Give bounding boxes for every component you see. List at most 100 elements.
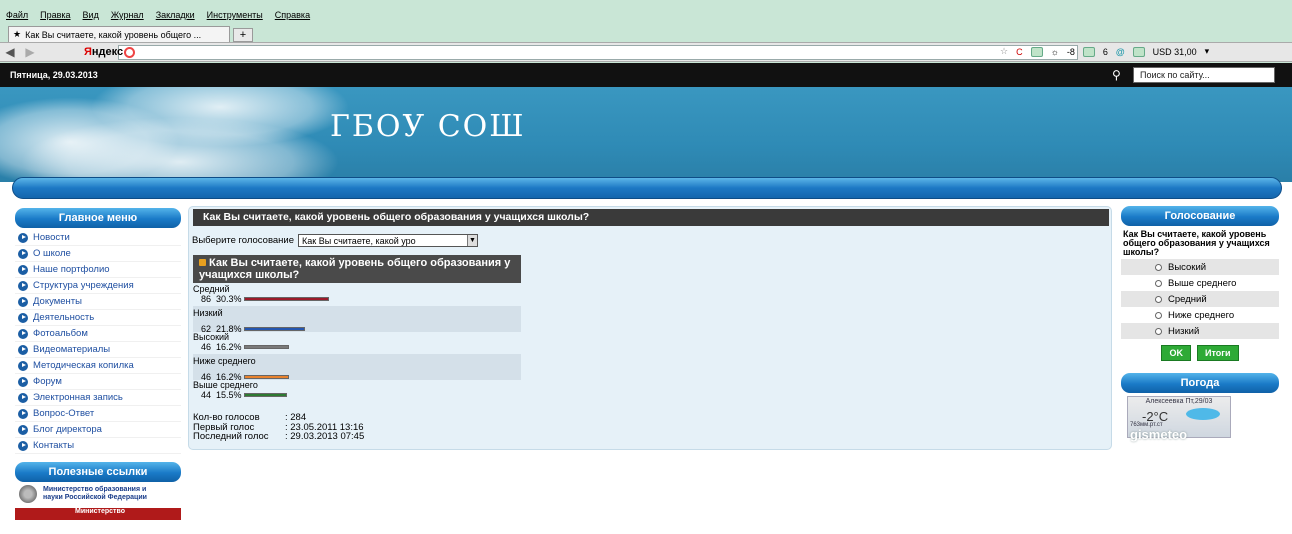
poll-result-bar xyxy=(243,375,289,379)
last-vote-value: : 29.03.2013 07:45 xyxy=(285,431,365,442)
menu-item-qa[interactable]: Вопрос-Ответ xyxy=(15,406,181,422)
radio-button[interactable] xyxy=(1155,311,1162,319)
menu-file[interactable]: Файл xyxy=(6,10,28,23)
page-title: Как Вы считаете, какой уровень общего об… xyxy=(193,209,1109,226)
vote-option-avg[interactable]: Средний xyxy=(1121,291,1279,307)
toolbar-right: ☆ C ☼ -8 6 @ USD 31,00 ▾ xyxy=(1000,46,1209,57)
last-vote-label: Последний голос xyxy=(193,431,269,442)
chevron-down-icon[interactable]: ▾ xyxy=(1205,46,1210,57)
arrow-bullet-icon xyxy=(18,360,28,371)
poll-result-label: Низкий xyxy=(193,308,223,318)
weather-location: Алексеевка Пт,29/03 xyxy=(1145,398,1213,405)
browser-tab[interactable]: ★ Как Вы считаете, какой уровень общего … xyxy=(8,26,230,42)
menu-item-about[interactable]: О школе xyxy=(15,246,181,262)
poll-stats: Кол-во голосов: 284 Первый голос: 23.05.… xyxy=(193,413,364,442)
screenshot: Файл Правка Вид Журнал Закладки Инструме… xyxy=(0,0,1292,534)
poll-result-value: 44 15.5% xyxy=(193,390,521,400)
ministry-link-2[interactable]: Министерство xyxy=(15,508,181,520)
poll-chart-icon xyxy=(199,259,206,266)
ministry-link[interactable]: Министерство образования и науки Российс… xyxy=(15,482,181,506)
menu-item-documents[interactable]: Документы xyxy=(15,294,181,310)
poll-chooser: Выберите голосование Как Вы считаете, ка… xyxy=(192,234,479,247)
currency-icon xyxy=(1132,46,1145,57)
tab-strip: ★ Как Вы считаете, какой уровень общего … xyxy=(8,25,253,42)
poll-result-count: 44 xyxy=(201,390,212,400)
menu-view[interactable]: Вид xyxy=(83,10,99,23)
arrow-bullet-icon xyxy=(18,232,28,243)
poll-result-percent: 16.2% xyxy=(216,342,242,352)
menu-item-photos[interactable]: Фотоальбом xyxy=(15,326,181,342)
poll-results: Средний 86 30.3% Низкий 62 21.8% Высокий 46 16.2… xyxy=(193,284,521,402)
weather-sun-icon: ☼ xyxy=(1050,46,1059,57)
poll-result-row: Ниже среднего 46 16.2% xyxy=(193,354,521,382)
vote-question: Как Вы считаете, какой уровень общего об… xyxy=(1123,229,1270,257)
search-icon[interactable]: ⚲ xyxy=(1112,68,1121,82)
menu-item-e-registration[interactable]: Электронная запись xyxy=(15,390,181,406)
results-button[interactable]: Итоги xyxy=(1196,345,1239,361)
menu-item-methods[interactable]: Методическая копилка xyxy=(15,358,181,374)
poll-result-count: 86 xyxy=(201,294,212,304)
browser-logo-icon[interactable]: @ xyxy=(1116,47,1125,57)
menu-item-contacts[interactable]: Контакты xyxy=(15,438,181,454)
usd-rate: USD 31,00 xyxy=(1152,46,1197,57)
coat-of-arms-icon xyxy=(19,485,37,503)
arrow-bullet-icon xyxy=(18,280,28,291)
counter-b: 6 xyxy=(1102,46,1108,57)
forward-arrow-icon[interactable]: ▶ xyxy=(20,45,40,59)
menu-history[interactable]: Журнал xyxy=(111,10,144,23)
main-menu-title: Главное меню xyxy=(15,208,181,228)
reload-icon[interactable]: C xyxy=(1016,47,1023,57)
radio-button[interactable] xyxy=(1155,295,1162,303)
menu-item-activity[interactable]: Деятельность xyxy=(15,310,181,326)
weather-title: Погода xyxy=(1121,373,1279,393)
radio-button[interactable] xyxy=(1155,279,1162,287)
vote-option-below-avg[interactable]: Ниже среднего xyxy=(1121,307,1279,323)
menu-tools[interactable]: Инструменты xyxy=(207,10,263,23)
poll-result-label: Выше среднего xyxy=(193,380,258,390)
mail-icon[interactable] xyxy=(1030,46,1043,57)
weather-widget[interactable]: Алексеевка Пт,29/03 -2°C 763мм.рт.ст gis… xyxy=(1127,396,1231,442)
poll-result-row: Средний 86 30.3% xyxy=(193,284,521,306)
poll-result-row: Низкий 62 21.8% xyxy=(193,306,521,334)
right-sidebar: Голосование Как Вы считаете, какой урове… xyxy=(1121,206,1279,442)
vote-option-high[interactable]: Высокий xyxy=(1121,259,1279,275)
vote-title: Голосование xyxy=(1121,206,1279,226)
poll-result-count: 46 xyxy=(201,342,212,352)
menu-item-videos[interactable]: Видеоматериалы xyxy=(15,342,181,358)
chevron-down-icon[interactable]: ▼ xyxy=(467,235,478,246)
star-icon[interactable]: ☆ xyxy=(1000,46,1008,57)
site-title: ГБОУ СОШ xyxy=(330,109,526,144)
main-menu: Новости О школе Наше портфолио Структура… xyxy=(15,230,181,454)
vote-option-low[interactable]: Низкий xyxy=(1121,323,1279,339)
poll-select[interactable]: Как Вы считаете, какой уро ▼ xyxy=(298,234,479,247)
arrow-bullet-icon xyxy=(18,424,28,435)
menu-item-news[interactable]: Новости xyxy=(15,230,181,246)
menu-item-portfolio[interactable]: Наше портфолио xyxy=(15,262,181,278)
website: Пятница, 29.03.2013 ⚲ Поиск по сайту... … xyxy=(0,63,1292,534)
menu-item-director-blog[interactable]: Блог директора xyxy=(15,422,181,438)
search-input[interactable]: Поиск по сайту... xyxy=(1133,67,1275,83)
ok-button[interactable]: OK xyxy=(1161,345,1191,361)
menu-item-structure[interactable]: Структура учреждения xyxy=(15,278,181,294)
menu-help[interactable]: Справка xyxy=(275,10,310,23)
menu-edit[interactable]: Правка xyxy=(40,10,70,23)
notes-icon[interactable] xyxy=(1082,46,1095,57)
left-sidebar: Главное меню Новости О школе Наше портфо… xyxy=(15,208,181,520)
new-tab-button[interactable]: + xyxy=(233,28,253,42)
poll-result-label: Ниже среднего xyxy=(193,356,256,366)
menu-bookmarks[interactable]: Закладки xyxy=(156,10,195,23)
vote-option-above-avg[interactable]: Выше среднего xyxy=(1121,275,1279,291)
header-banner: ГБОУ СОШ xyxy=(0,87,1292,182)
poll-result-bar xyxy=(243,297,329,301)
yandex-logo[interactable]: Яндекс xyxy=(84,46,123,58)
favicon-icon: ★ xyxy=(13,29,22,39)
address-bar[interactable] xyxy=(118,45,1078,60)
radio-button[interactable] xyxy=(1155,263,1162,271)
choose-label: Выберите голосование xyxy=(192,235,295,246)
radio-button[interactable] xyxy=(1155,327,1162,335)
back-arrow-icon[interactable]: ◀ xyxy=(0,45,20,59)
navigation-bar: ◀ ▶ Яндекс ☆ C ☼ -8 6 @ USD 31,00 ▾ xyxy=(0,42,1292,62)
poll-result-percent: 15.5% xyxy=(216,390,242,400)
arrow-bullet-icon xyxy=(18,312,28,323)
menu-item-forum[interactable]: Форум xyxy=(15,374,181,390)
